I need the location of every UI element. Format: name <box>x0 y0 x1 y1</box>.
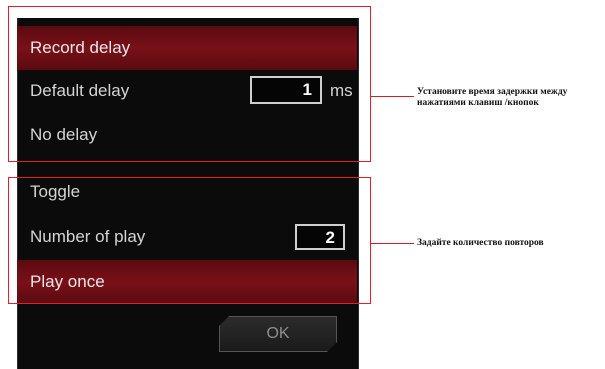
repeat-callout-line <box>371 243 414 244</box>
repeat-annotation: Задайте количество повторов <box>417 238 544 248</box>
ok-button[interactable]: OK <box>219 316 337 352</box>
delay-callout-line <box>371 96 414 97</box>
toggle-highlight-frame <box>8 177 371 304</box>
delay-annotation: Установите время задержки между нажатиям… <box>417 87 567 109</box>
record-delay-highlight-frame <box>8 6 371 162</box>
delay-annotation-line2: нажатиями клавиш /кнопок <box>417 98 539 108</box>
delay-annotation-line1: Установите время задержки между <box>417 87 568 97</box>
